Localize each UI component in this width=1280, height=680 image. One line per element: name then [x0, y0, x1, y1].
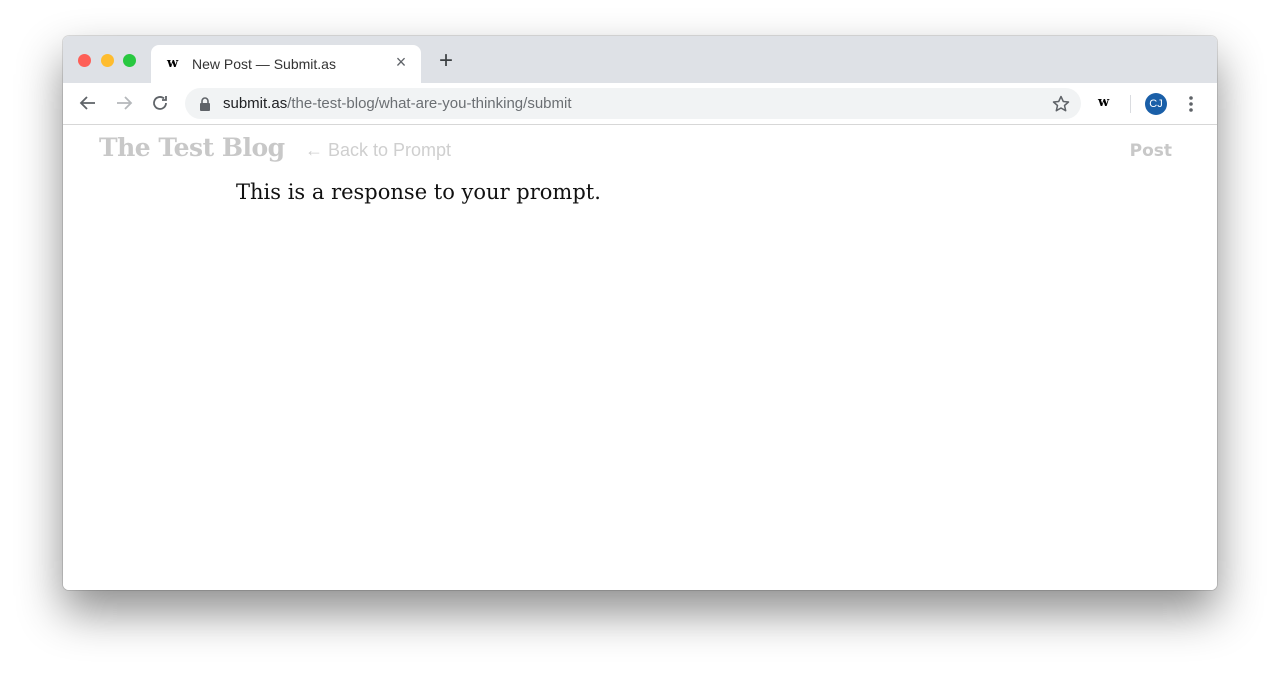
extension-w-icon[interactable]: w — [1098, 95, 1109, 110]
browser-toolbar: submit.as/the-test-blog/what-are-you-thi… — [63, 83, 1217, 125]
browser-window: w New Post — Submit.as × + submit.as/the… — [63, 36, 1217, 590]
post-button[interactable]: Post — [1130, 141, 1172, 161]
lock-icon — [200, 97, 210, 111]
toolbar-separator — [1130, 95, 1131, 113]
profile-avatar[interactable]: CJ — [1145, 93, 1167, 115]
arrow-left-icon — [79, 96, 95, 110]
new-tab-button[interactable]: + — [435, 49, 457, 73]
forward-button[interactable] — [113, 92, 135, 114]
maximize-window-button[interactable] — [123, 54, 136, 67]
post-editor[interactable]: This is a response to your prompt. — [236, 180, 601, 204]
address-bar[interactable]: submit.as/the-test-blog/what-are-you-thi… — [185, 88, 1081, 119]
tab-new-post[interactable]: w New Post — Submit.as × — [151, 45, 421, 83]
arrow-right-icon — [117, 96, 133, 110]
reload-icon — [153, 96, 167, 110]
tab-strip: w New Post — Submit.as × + — [63, 36, 1217, 83]
bookmark-star-icon[interactable] — [1051, 94, 1071, 114]
close-tab-icon[interactable]: × — [391, 52, 411, 72]
minimize-window-button[interactable] — [101, 54, 114, 67]
favicon-icon: w — [167, 56, 179, 71]
close-window-button[interactable] — [78, 54, 91, 67]
blog-title[interactable]: The Test Blog — [99, 133, 285, 162]
tab-title: New Post — Submit.as — [192, 56, 336, 72]
page-content: The Test Blog ← Back to Prompt Post This… — [63, 125, 1217, 590]
back-to-prompt-link[interactable]: ← Back to Prompt — [305, 140, 451, 161]
kebab-menu-icon[interactable] — [1181, 93, 1201, 115]
url-text[interactable]: submit.as/the-test-blog/what-are-you-thi… — [223, 95, 572, 112]
back-button[interactable] — [77, 92, 99, 114]
reload-button[interactable] — [149, 92, 171, 114]
